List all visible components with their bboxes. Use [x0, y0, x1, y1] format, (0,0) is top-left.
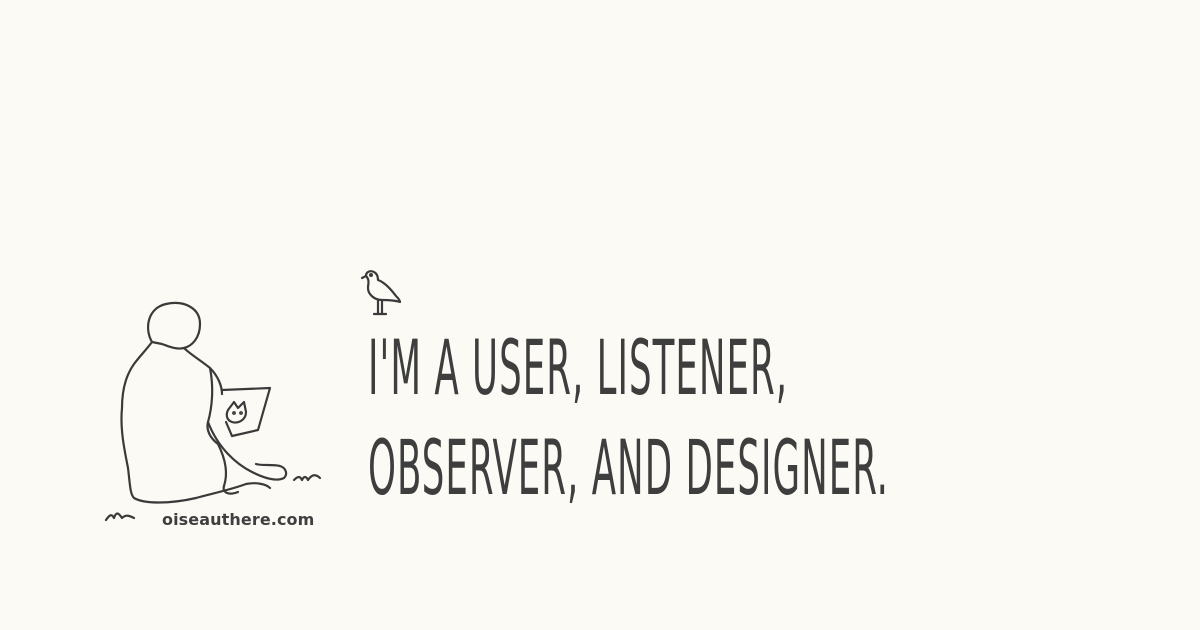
bird-icon	[360, 270, 402, 316]
headline-line-2: observer, and designer.	[368, 423, 889, 512]
person-with-laptop-icon	[104, 301, 322, 522]
site-domain: oiseauthere.com	[162, 510, 315, 529]
headline: I'm a user, listener, observer, and desi…	[368, 318, 889, 518]
headline-line-1: I'm a user, listener,	[368, 323, 789, 412]
